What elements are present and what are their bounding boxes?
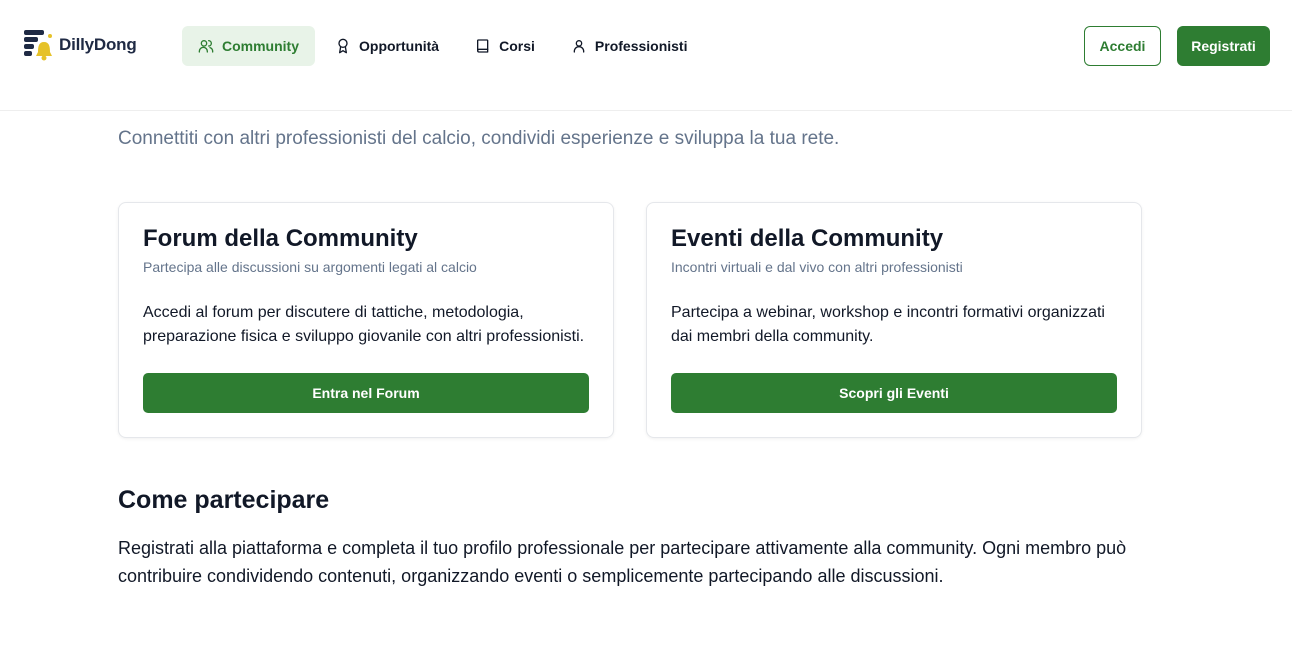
users-icon [198, 40, 214, 53]
events-card: Eventi della Community Incontri virtuali… [646, 202, 1142, 438]
participate-text: Registrati alla piattaforma e completa i… [118, 538, 1127, 586]
nav-item-opportunita[interactable]: Opportunità [319, 26, 455, 66]
nav-item-professionisti[interactable]: Professionisti [555, 26, 704, 66]
card-body: Accedi al forum per discutere di tattich… [143, 304, 585, 345]
page-subtitle: Connettiti con altri professionisti del … [118, 128, 840, 149]
nav-item-label: Professionisti [594, 38, 688, 54]
nav-item-community[interactable]: Community [182, 26, 315, 66]
nav-item-label: Opportunità [359, 38, 440, 54]
card-title: Forum della Community [143, 225, 418, 252]
card-body: Partecipa a webinar, workshop e incontri… [671, 304, 1105, 345]
enter-forum-button[interactable]: Entra nel Forum [143, 373, 589, 413]
book-icon [477, 39, 489, 53]
card-description: Incontri virtuali e dal vivo con altri p… [671, 259, 963, 275]
brand-name: DillyDong [59, 35, 137, 54]
nav-item-label: Corsi [499, 38, 535, 54]
nav-item-corsi[interactable]: Corsi [459, 26, 551, 66]
nav-item-label: Community [222, 38, 299, 54]
logo-icon [24, 30, 52, 61]
award-icon [338, 38, 348, 54]
login-button[interactable]: Accedi [1084, 26, 1161, 66]
discover-events-button[interactable]: Scopri gli Eventi [671, 373, 1117, 413]
forum-card: Forum della Community Partecipa alle dis… [118, 202, 614, 438]
top-header: DillyDong Community Opportunità Corsi Pr… [0, 0, 1292, 111]
card-title: Eventi della Community [671, 225, 944, 252]
main-nav: Community Opportunità Corsi Professionis… [182, 26, 708, 66]
brand-logo[interactable]: DillyDong [22, 28, 137, 62]
card-description: Partecipa alle discussioni su argomenti … [143, 259, 477, 275]
user-icon [573, 40, 585, 53]
participate-title: Come partecipare [118, 486, 330, 514]
register-button[interactable]: Registrati [1177, 26, 1270, 66]
